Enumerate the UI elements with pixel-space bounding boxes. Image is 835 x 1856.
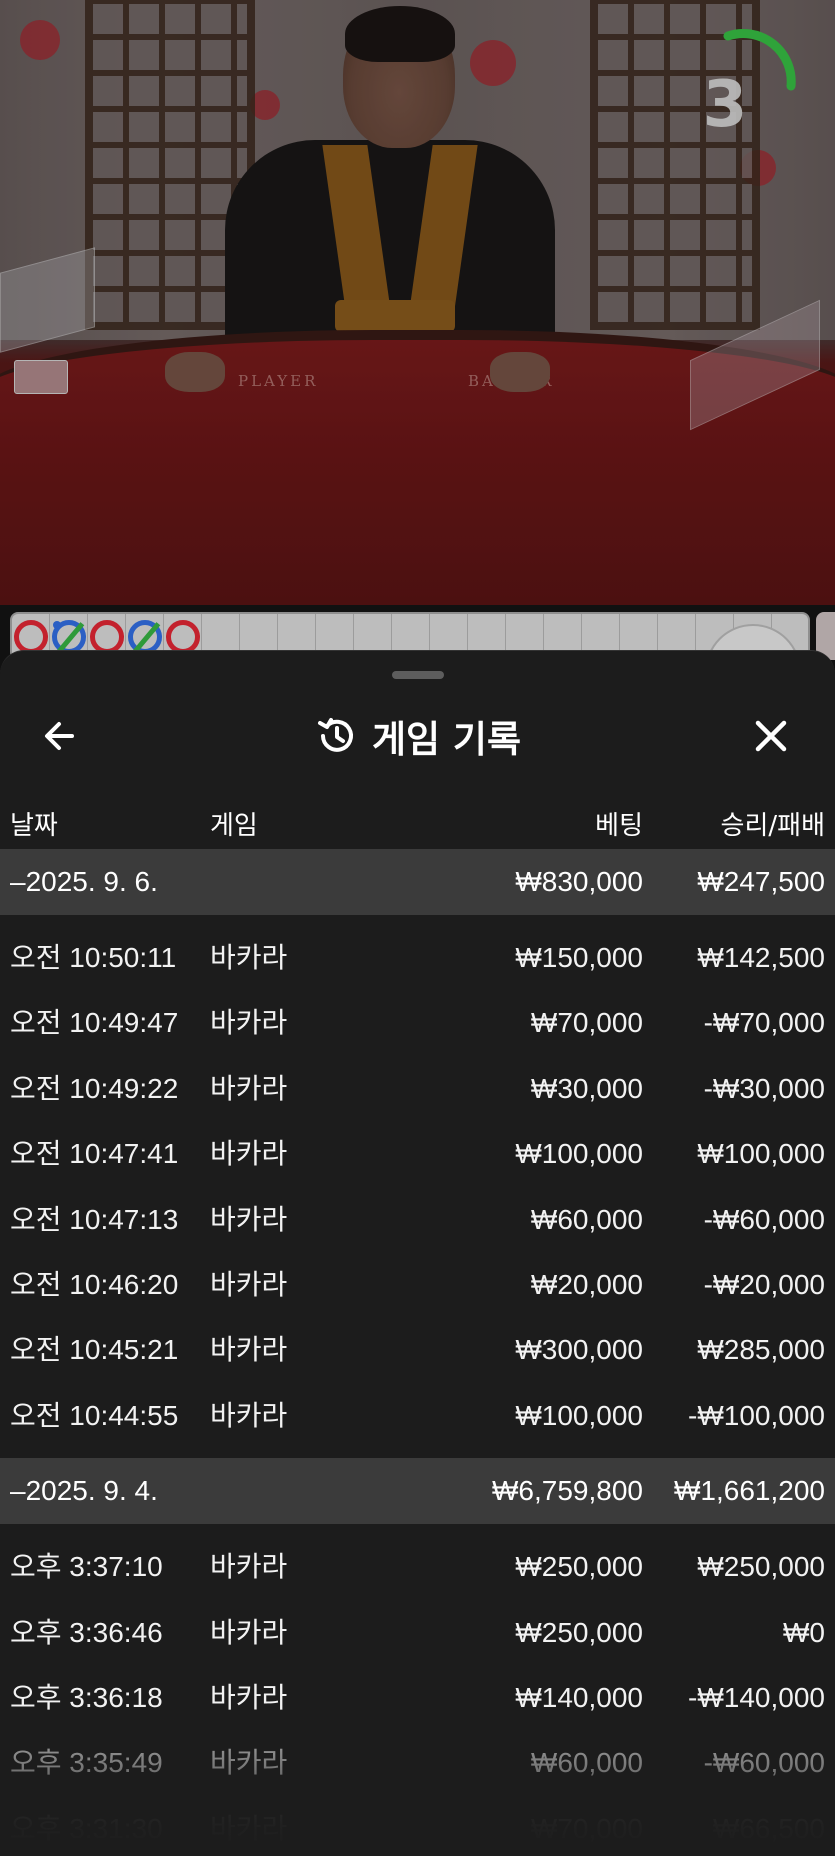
history-row[interactable]: 오전 10:47:13 바카라 ₩60,000 -₩60,000: [0, 1187, 835, 1252]
row-time: 오후 3:36:46: [10, 1616, 163, 1648]
arrow-left-icon[interactable]: [36, 711, 86, 761]
day-total-result: ₩247,500: [697, 866, 825, 897]
sheet-header: 게임 기록: [0, 691, 835, 781]
row-time: 오후 3:35:49: [10, 1747, 163, 1779]
history-row[interactable]: 오전 10:47:41 바카라 ₩100,000 ₩100,000: [0, 1121, 835, 1186]
row-time: 오전 10:50:11: [10, 942, 177, 973]
history-row[interactable]: 오후 3:36:18 바카라 ₩140,000 -₩140,000: [0, 1665, 835, 1730]
row-result: ₩0: [783, 1616, 825, 1648]
drag-handle[interactable]: [392, 671, 444, 679]
row-result: -₩20,000: [703, 1268, 825, 1300]
row-time: 오전 10:45:21: [10, 1334, 179, 1366]
bead-tie: [128, 620, 162, 654]
row-time: 오전 10:47:41: [10, 1138, 179, 1170]
day-group-header[interactable]: –2025. 9. 6. ₩830,000 ₩247,500: [0, 849, 835, 915]
history-row[interactable]: 오전 10:49:47 바카라 ₩70,000 -₩70,000: [0, 990, 835, 1055]
history-clock-icon: [317, 718, 353, 752]
row-result: -₩60,000: [703, 1747, 825, 1779]
countdown-timer: 3: [702, 68, 748, 142]
row-game: 바카라: [210, 1551, 288, 1583]
history-row[interactable]: 오전 10:49:22 바카라 ₩30,000 -₩30,000: [0, 1056, 835, 1121]
row-result: -₩140,000: [688, 1681, 825, 1713]
column-game: 게임: [210, 811, 258, 841]
row-bet: ₩300,000: [515, 1334, 643, 1366]
row-bet: ₩140,000: [515, 1681, 643, 1713]
row-game: 바카라: [210, 1681, 288, 1713]
row-game: 바카라: [210, 1007, 288, 1039]
row-bet: ₩60,000: [530, 1747, 643, 1779]
row-game: 바카라: [210, 1072, 288, 1104]
close-icon[interactable]: [746, 711, 796, 761]
row-result: -₩30,000: [703, 1072, 825, 1104]
row-bet: ₩250,000: [515, 1616, 643, 1648]
row-game: 바카라: [210, 1268, 288, 1300]
history-row[interactable]: 오전 10:46:20 바카라 ₩20,000 -₩20,000: [0, 1252, 835, 1317]
history-row[interactable]: 오전 10:50:11 바카라 ₩150,000 ₩142,500: [0, 925, 835, 990]
bead-banker: [14, 620, 48, 654]
row-time: 오전 10:49:47: [10, 1007, 179, 1039]
row-game: 바카라: [210, 1616, 288, 1648]
bead-banker: [166, 620, 200, 654]
row-time: 오후 3:37:10: [10, 1551, 163, 1583]
live-video: PLAYER BANKER 3: [0, 0, 835, 605]
column-date: 날짜: [10, 811, 58, 841]
day-total-bet: ₩6,759,800: [492, 1475, 643, 1507]
bead-banker: [90, 620, 124, 654]
row-bet: ₩70,000: [530, 1812, 643, 1844]
day-total-result: ₩1,661,200: [674, 1475, 825, 1507]
row-time: 오전 10:49:22: [10, 1072, 179, 1104]
row-time: 오전 10:46:20: [10, 1268, 179, 1300]
row-bet: ₩30,000: [530, 1072, 643, 1104]
row-time: 오전 10:47:13: [10, 1203, 179, 1235]
day-group-header[interactable]: –2025. 9. 4. ₩6,759,800 ₩1,661,200: [0, 1458, 835, 1525]
history-row[interactable]: 오후 3:35:49 바카라 ₩60,000 -₩60,000: [0, 1730, 835, 1795]
history-row[interactable]: 오후 3:31:30 바카라 ₩70,000 ₩66,500: [0, 1796, 835, 1856]
column-headers: 날짜 게임 베팅 승리/패배: [0, 791, 835, 851]
row-bet: ₩60,000: [530, 1203, 643, 1235]
day-total-bet: ₩830,000: [515, 866, 643, 897]
row-game: 바카라: [210, 1747, 288, 1779]
game-history-sheet: 게임 기록 날짜 게임 베팅 승리/패배 –2025. 9. 6. ₩830,0…: [0, 650, 835, 1856]
row-game: 바카라: [210, 1138, 288, 1170]
history-list[interactable]: –2025. 9. 6. ₩830,000 ₩247,500 오전 10:50:…: [0, 849, 835, 1856]
history-row[interactable]: 오후 3:36:46 바카라 ₩250,000 ₩0: [0, 1600, 835, 1665]
row-result: -₩70,000: [703, 1007, 825, 1039]
row-game: 바카라: [210, 1203, 288, 1235]
column-bet: 베팅: [595, 811, 643, 841]
row-bet: ₩20,000: [530, 1268, 643, 1300]
row-time: 오전 10:44:55: [10, 1399, 179, 1431]
history-row[interactable]: 오전 10:44:55 바카라 ₩100,000 -₩100,000: [0, 1383, 835, 1448]
row-game: 바카라: [210, 1812, 288, 1844]
row-bet: ₩100,000: [515, 1399, 643, 1431]
history-row[interactable]: 오전 10:45:21 바카라 ₩300,000 ₩285,000: [0, 1317, 835, 1382]
row-result: -₩60,000: [703, 1203, 825, 1235]
day-date: –2025. 9. 6.: [10, 866, 158, 897]
row-bet: ₩150,000: [515, 942, 643, 973]
history-row[interactable]: 오후 3:37:10 바카라 ₩250,000 ₩250,000: [0, 1534, 835, 1599]
day-date: –2025. 9. 4.: [10, 1475, 158, 1507]
row-game: 바카라: [210, 1399, 288, 1431]
title-group: 게임 기록: [0, 691, 835, 781]
column-result: 승리/패배: [720, 811, 825, 841]
row-game: 바카라: [210, 942, 288, 973]
bead-tie: [52, 620, 86, 654]
row-result: ₩285,000: [697, 1334, 825, 1366]
sheet-title: 게임 기록: [371, 718, 522, 761]
row-result: ₩142,500: [697, 942, 825, 973]
row-result: ₩66,500: [712, 1812, 825, 1844]
row-bet: ₩70,000: [530, 1007, 643, 1039]
row-result: -₩100,000: [688, 1399, 825, 1431]
row-result: ₩250,000: [697, 1551, 825, 1583]
row-result: ₩100,000: [697, 1138, 825, 1170]
row-time: 오후 3:31:30: [10, 1812, 163, 1844]
row-bet: ₩250,000: [515, 1551, 643, 1583]
row-bet: ₩100,000: [515, 1138, 643, 1170]
row-game: 바카라: [210, 1334, 288, 1366]
pair-dot-icon: [53, 621, 61, 629]
row-time: 오후 3:36:18: [10, 1681, 163, 1713]
